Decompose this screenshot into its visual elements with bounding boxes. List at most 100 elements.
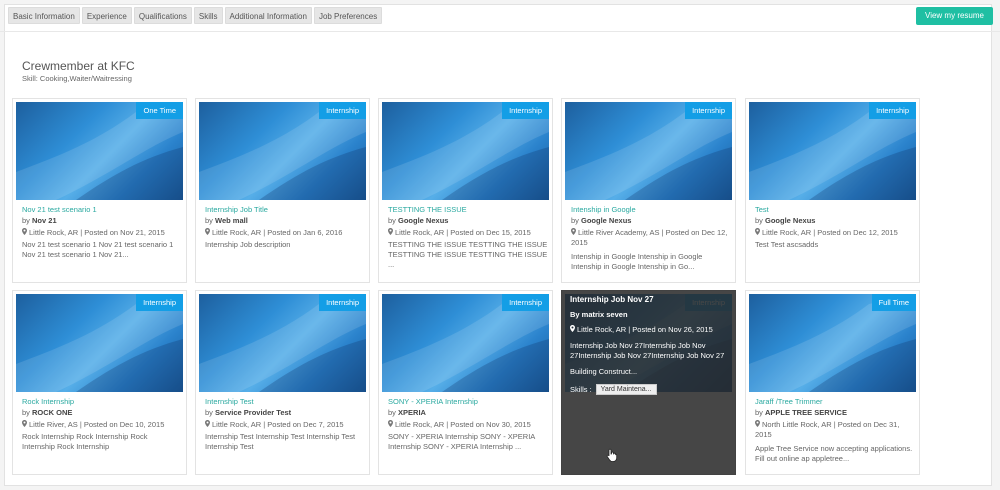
tab-basic-information[interactable]: Basic Information [8, 7, 80, 24]
location-pin-icon [22, 228, 27, 235]
card-image: Internship [199, 294, 366, 392]
card-image: Internship [199, 102, 366, 200]
job-card[interactable]: Internship Internship Test by Service Prov… [195, 290, 370, 475]
job-location: Little Rock, AR | Posted on Jan 6, 2016 [205, 228, 365, 238]
job-company: by Service Provider Test [205, 408, 291, 417]
job-card[interactable]: Internship Rock Internship by ROCK ONE Litt… [12, 290, 187, 475]
by-label: by [755, 408, 763, 417]
job-title-link[interactable]: TESTTING THE ISSUE [388, 205, 467, 214]
job-type-badge: Internship [136, 294, 183, 311]
job-title-link[interactable]: Rock Internship [22, 397, 74, 406]
job-location-text: Little Rock, AR | Posted on Nov 30, 2015 [395, 420, 531, 429]
location-pin-icon [22, 420, 27, 427]
job-company: by XPERIA [388, 408, 426, 417]
card-image: One Time [16, 102, 183, 200]
job-title-link[interactable]: Intenship in Google [571, 205, 636, 214]
job-location-text: Little Rock, AR | Posted on Dec 7, 2015 [212, 420, 344, 429]
overlay-by: By matrix seven [570, 310, 628, 319]
company-name: Service Provider Test [215, 408, 292, 417]
position-skill: Skill: Cooking,Waiter/Waitressing [22, 74, 132, 83]
job-card[interactable]: Internship Intenship in Google by Google N… [561, 98, 736, 283]
job-title-link[interactable]: SONY - XPERIA Internship [388, 397, 478, 406]
job-company: by Web mall [205, 216, 248, 225]
job-company: by Google Nexus [388, 216, 448, 225]
card-image: Full Time [749, 294, 916, 392]
card-image: Internship [565, 102, 732, 200]
by-label: by [22, 408, 30, 417]
job-description: Intenship in Google Intenship in Google … [571, 252, 703, 271]
job-hover-overlay[interactable]: Internship Job Nov 27 By matrix seven Li… [561, 290, 736, 475]
company-name: Google Nexus [398, 216, 449, 225]
job-location-text: Little Rock, AR | Posted on Jan 6, 2016 [212, 228, 343, 237]
job-type-badge: One Time [136, 102, 183, 119]
tab-skills[interactable]: Skills [193, 7, 223, 24]
job-location-text: North Little Rock, AR | Posted on Dec 31… [755, 420, 900, 439]
overlay-category: Building Construct... [570, 367, 638, 376]
company-name: Google Nexus [581, 216, 632, 225]
job-company: by APPLE TREE SERVICE [755, 408, 847, 417]
job-type-badge: Internship [502, 294, 549, 311]
by-label: by [755, 216, 763, 225]
job-description: Test Test ascsadds [755, 240, 819, 249]
job-card[interactable]: Internship Internship Job Title by Web mal… [195, 98, 370, 283]
job-description: Internship Job description [205, 240, 291, 249]
job-location-text: Little River, AS | Posted on Dec 10, 201… [29, 420, 165, 429]
view-resume-button[interactable]: View my resume [916, 7, 993, 25]
job-type-badge: Internship [319, 294, 366, 311]
company-name: Nov 21 [32, 216, 57, 225]
job-type-badge: Internship [869, 102, 916, 119]
by-label: by [388, 408, 396, 417]
by-label: by [205, 216, 213, 225]
job-company: by ROCK ONE [22, 408, 72, 417]
job-company: by Google Nexus [755, 216, 815, 225]
job-title-link[interactable]: Test [755, 205, 769, 214]
job-company: by Google Nexus [571, 216, 631, 225]
overlay-skills: Skills : Yard Maintena... [570, 384, 727, 395]
job-location-text: Little Rock, AR | Posted on Nov 21, 2015 [29, 228, 165, 237]
company-name: Google Nexus [765, 216, 816, 225]
job-description: Apple Tree Service now accepting applica… [755, 444, 913, 463]
job-location: Little Rock, AR | Posted on Dec 7, 2015 [205, 420, 365, 430]
job-type-badge: Internship [685, 102, 732, 119]
overlay-title: Internship Job Nov 27 [570, 295, 654, 304]
location-pin-icon [571, 228, 576, 235]
position-title: Crewmember at KFC [22, 59, 135, 73]
location-pin-icon [205, 420, 210, 427]
job-description: TESTTING THE ISSUE TESTTING THE ISSUE TE… [388, 240, 548, 269]
card-image: Internship [382, 102, 549, 200]
job-location: Little Rock, AR | Posted on Dec 12, 2015 [755, 228, 915, 238]
job-title-link[interactable]: Nov 21 test scenario 1 [22, 205, 97, 214]
job-description: Rock Internship Rock Internship Rock Int… [22, 432, 148, 451]
tab-experience[interactable]: Experience [81, 7, 132, 24]
job-location-text: Little River Academy, AS | Posted on Dec… [571, 228, 728, 247]
tab-additional-information[interactable]: Additional Information [224, 7, 312, 24]
overlay-location: Little Rock, AR | Posted on Nov 26, 2015 [570, 325, 727, 334]
job-card[interactable]: One Time Nov 21 test scenario 1 by Nov 21 L… [12, 98, 187, 283]
location-pin-icon [205, 228, 210, 235]
job-card[interactable]: Internship TESTTING THE ISSUE by Google Ne… [378, 98, 553, 283]
job-location: Little Rock, AR | Posted on Dec 15, 2015 [388, 228, 548, 238]
job-location: North Little Rock, AR | Posted on Dec 31… [755, 420, 915, 440]
job-title-link[interactable]: Jaraff /Tree Trimmer [755, 397, 823, 406]
job-title-link[interactable]: Internship Job Title [205, 205, 268, 214]
tab-job-preferences[interactable]: Job Preferences [313, 7, 383, 24]
location-pin-icon [755, 420, 760, 427]
job-location-text: Little Rock, AR | Posted on Dec 12, 2015 [762, 228, 898, 237]
location-pin-icon [570, 325, 575, 332]
header-divider [0, 31, 1000, 32]
overlay-skill-chip: Yard Maintena... [595, 384, 657, 395]
job-description: Nov 21 test scenario 1 Nov 21 test scena… [22, 240, 174, 259]
job-type-badge: Internship [502, 102, 549, 119]
job-card[interactable]: Full Time Jaraff /Tree Trimmer by APPLE TR… [745, 290, 920, 475]
job-company: by Nov 21 [22, 216, 57, 225]
job-card[interactable]: Internship SONY - XPERIA Internship by XPE… [378, 290, 553, 475]
job-title-link[interactable]: Internship Test [205, 397, 254, 406]
job-card[interactable]: Internship Test by Google Nexus Little Rock… [745, 98, 920, 283]
job-location: Little River, AS | Posted on Dec 10, 201… [22, 420, 182, 430]
overlay-description: Internship Job Nov 27Internship Job Nov … [570, 341, 725, 360]
job-description: Internship Test Internship Test Internsh… [205, 432, 356, 451]
card-image: Internship [16, 294, 183, 392]
tab-qualifications[interactable]: Qualifications [133, 7, 192, 24]
overlay-location-text: Little Rock, AR | Posted on Nov 26, 2015 [577, 325, 713, 334]
card-image: Internship [749, 102, 916, 200]
